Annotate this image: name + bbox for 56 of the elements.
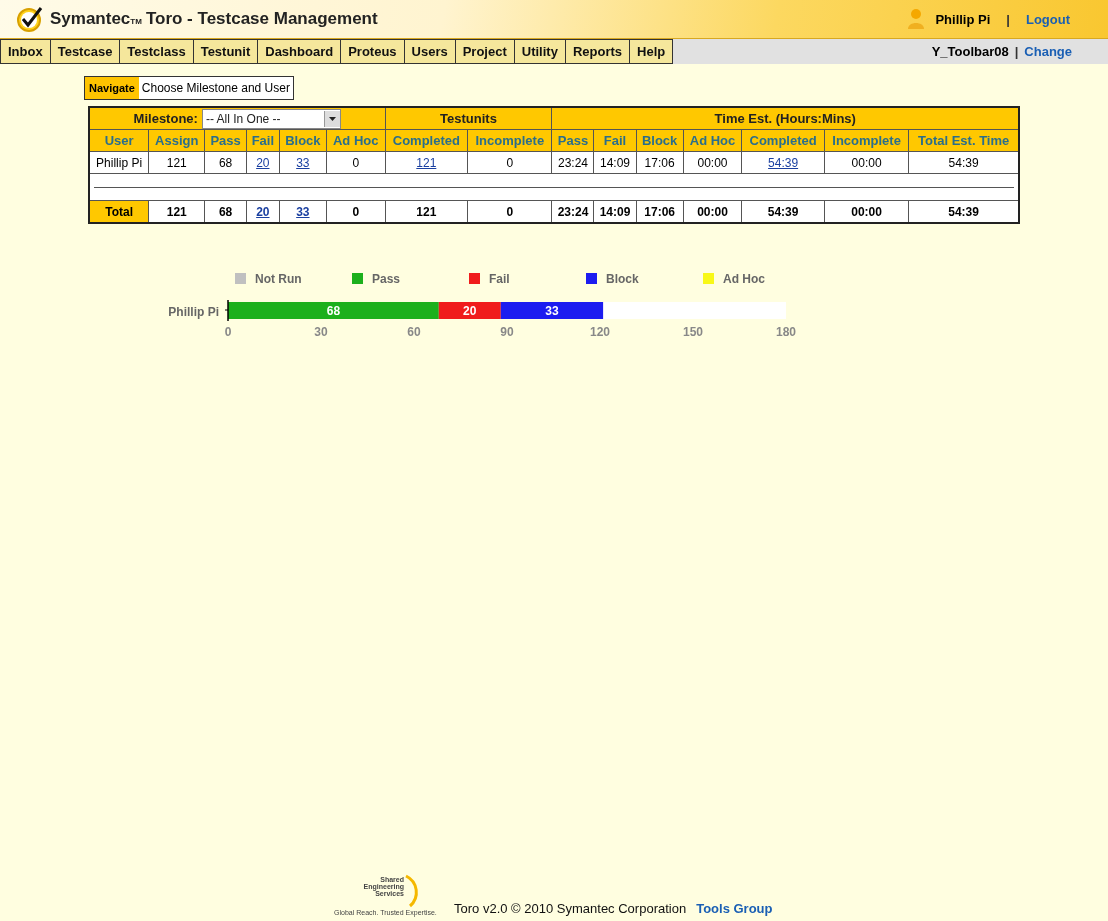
table-cell: 0 (467, 151, 552, 174)
tick-label: 120 (590, 325, 610, 339)
app-title: Toro - Testcase Management (145, 9, 378, 29)
data-label: 20 (463, 304, 477, 318)
legend-label: Pass (372, 272, 401, 286)
table-cell: 17:06 (636, 151, 684, 174)
table-link[interactable]: 33 (296, 155, 310, 170)
user-name: Phillip Pi (935, 11, 991, 27)
project-name: Y_Toolbar08 (931, 44, 1009, 59)
legend-label: Fail (489, 272, 510, 286)
data-label: 33 (545, 304, 559, 318)
logout-link[interactable]: Logout (1025, 11, 1070, 27)
tick-label: 30 (314, 325, 328, 339)
table-cell: 0 (326, 151, 385, 174)
tick-label: 150 (683, 325, 703, 339)
data-label: 68 (326, 304, 341, 318)
table-cell: 23:24 (551, 151, 594, 174)
legend-label: Ad Hoc (723, 272, 766, 286)
user-icon (907, 8, 926, 30)
group-header: Testunits (385, 107, 552, 130)
change-link[interactable]: Change (1024, 44, 1072, 59)
axis-label: Phillip Pi (168, 305, 219, 319)
milestone-label: Milestone: (133, 111, 198, 126)
footer-text: Toro v2.0 © 2010 Symantec Corporation (454, 901, 687, 916)
milestone-dropdown[interactable]: -- All In One -- (201, 108, 341, 129)
table-cell: 00:00 (824, 151, 909, 174)
table-cell: Total (89, 200, 149, 223)
tools-group-link[interactable]: Tools Group (696, 901, 773, 916)
y-axis (224, 299, 229, 322)
legend-item: Ad Hoc (703, 272, 765, 286)
table-link[interactable]: 33 (296, 204, 310, 219)
legend-item: Pass (352, 272, 401, 286)
table-cell: 14:09 (594, 151, 636, 174)
tick-label: 60 (407, 325, 421, 339)
legend-item: Not Run (235, 272, 302, 286)
tick-label: 90 (500, 325, 514, 339)
table-cell: Phillip Pi (89, 151, 149, 174)
group-header: Time Est. (Hours:Mins) (551, 107, 1019, 130)
table-cell: 121 (148, 151, 205, 174)
separator: | (1006, 11, 1010, 27)
tick-label: 0 (224, 325, 232, 339)
separator: | (1014, 44, 1019, 59)
dropdown-arrow-icon (328, 116, 336, 121)
legend-item: Block (586, 272, 639, 286)
tick-label: 180 (776, 325, 796, 339)
brand-name: SymantecTM (50, 9, 142, 29)
breadcrumb-text: Choose Milestone and User (140, 81, 291, 95)
table-link[interactable]: 121 (416, 155, 437, 170)
table-cell: 00:00 (683, 151, 742, 174)
legend-label: Not Run (255, 272, 302, 286)
table-cell: 68 (204, 151, 247, 174)
legend-item: Fail (469, 272, 510, 286)
navigate-label: Navigate (85, 77, 139, 99)
legend-label: Block (606, 272, 639, 286)
column-header: User (89, 129, 149, 152)
checkmark-logo-icon (16, 5, 44, 33)
